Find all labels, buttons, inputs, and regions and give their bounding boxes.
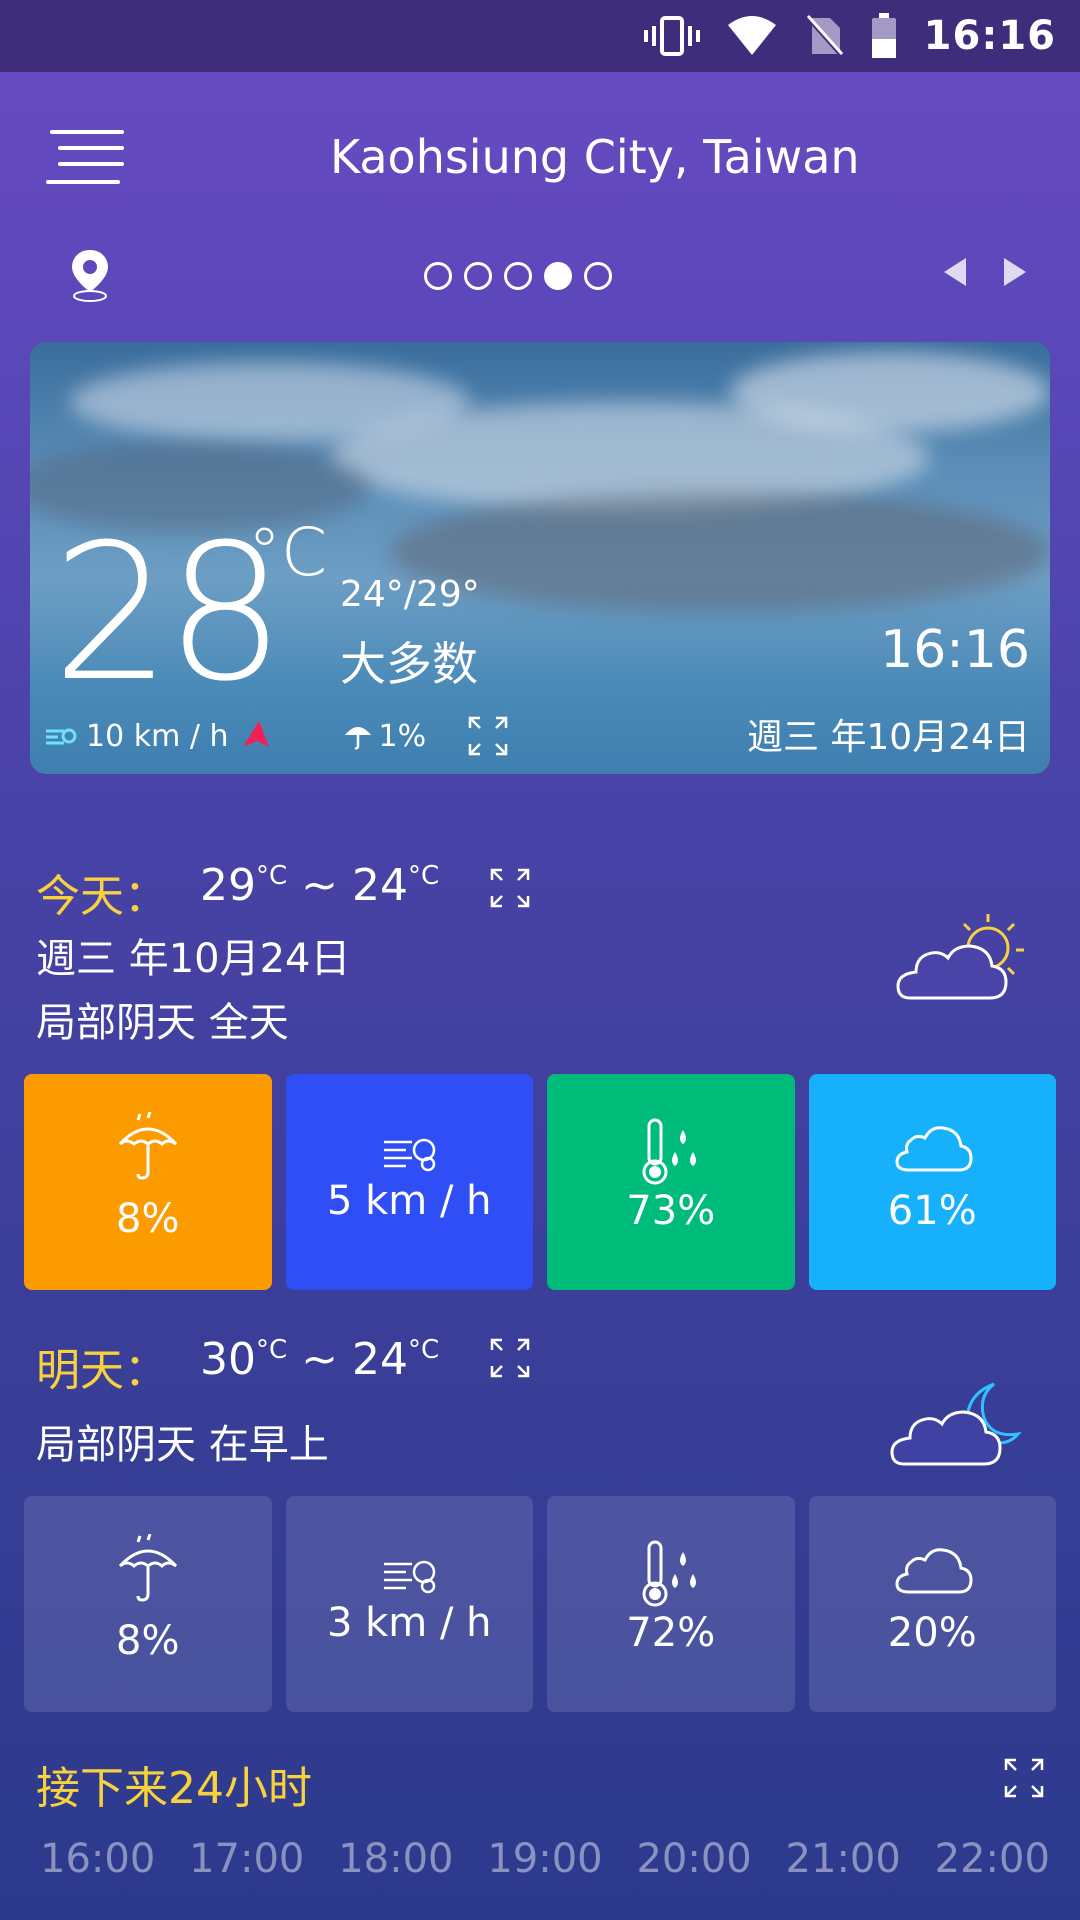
wind-icon <box>383 1138 435 1172</box>
wind-icon <box>383 1560 435 1594</box>
menu-button[interactable] <box>46 130 124 184</box>
expand-icon[interactable] <box>466 714 510 758</box>
tile-value: 72% <box>626 1610 716 1656</box>
next-arrow-icon[interactable] <box>1004 258 1026 286</box>
tile-value: 61% <box>887 1188 977 1234</box>
partly-cloudy-night-icon <box>890 1382 1022 1466</box>
hour-label[interactable]: 17:00 <box>189 1836 304 1882</box>
vibrate-icon <box>643 16 700 56</box>
tile-value: 8% <box>116 1196 180 1242</box>
hour-label[interactable]: 16:00 <box>40 1836 155 1882</box>
page-dot[interactable] <box>584 262 612 290</box>
tile-value: 3 km / h <box>326 1600 492 1646</box>
page-indicator <box>424 262 612 290</box>
current-weather-card: 28 °C 24°/29° 大多数 16:16 週三 年10月24日 10 km… <box>30 342 1050 774</box>
today-temp-range: 29°C ~ 24°C <box>200 860 440 911</box>
status-time: 16:16 <box>923 13 1056 59</box>
current-temperature: 28 <box>52 504 285 723</box>
city-title[interactable]: Kaohsiung City, Taiwan <box>330 130 970 184</box>
today-humidity-tile[interactable]: 73% <box>547 1074 795 1290</box>
tomorrow-description: 局部阴天 在早上 <box>36 1422 329 1468</box>
tomorrow-high: 30 <box>200 1334 256 1385</box>
current-time: 16:16 <box>880 620 1030 680</box>
tomorrow-precip-tile[interactable]: 8% <box>24 1496 272 1712</box>
hour-label[interactable]: 19:00 <box>487 1836 602 1882</box>
battery-icon <box>871 13 896 58</box>
current-details-row: 10 km / h 1% <box>44 714 510 758</box>
umbrella-icon <box>118 1534 178 1602</box>
today-date: 週三 年10月24日 <box>36 936 351 982</box>
tile-value: 73% <box>626 1188 716 1234</box>
page-dot[interactable] <box>464 262 492 290</box>
tile-value: 5 km / h <box>326 1178 492 1224</box>
today-low: 24 <box>352 860 409 911</box>
tomorrow-humidity-tile[interactable]: 72% <box>547 1496 795 1712</box>
status-icons: 16:16 <box>643 0 1056 72</box>
today-high-unit: C <box>269 861 288 891</box>
page-dot-active[interactable] <box>544 262 572 290</box>
tomorrow-high-unit: C <box>269 1335 288 1365</box>
hour-label[interactable]: 21:00 <box>786 1836 901 1882</box>
today-cloud-tile[interactable]: 61% <box>808 1074 1056 1290</box>
tomorrow-cloud-tile[interactable]: 20% <box>808 1496 1056 1712</box>
thermometer-humidity-icon <box>642 1540 696 1607</box>
partly-cloudy-day-icon <box>896 914 1024 1000</box>
cloud-icon <box>894 1548 973 1594</box>
hour-label[interactable]: 18:00 <box>338 1836 453 1882</box>
sky-background <box>390 492 1050 612</box>
status-bar: 16:16 <box>0 0 1080 72</box>
page-dot[interactable] <box>504 262 532 290</box>
hourly-row: 16:00 17:00 18:00 19:00 20:00 21:00 22:0… <box>40 1836 1050 1882</box>
thermometer-humidity-icon <box>642 1118 696 1185</box>
wind-icon <box>46 728 77 745</box>
tile-value: 8% <box>116 1618 180 1664</box>
expand-icon[interactable] <box>488 866 532 910</box>
today-high: 29 <box>200 860 256 911</box>
expand-icon[interactable] <box>1002 1756 1046 1800</box>
hour-label[interactable]: 22:00 <box>935 1836 1050 1882</box>
next-24-hours-title: 接下来24小时 <box>36 1763 312 1814</box>
prev-arrow-icon[interactable] <box>944 258 966 286</box>
current-condition: 大多数 <box>340 637 478 691</box>
tomorrow-label: 明天： <box>36 1345 168 1396</box>
umbrella-icon <box>118 1112 178 1180</box>
wifi-icon <box>727 16 776 55</box>
tomorrow-low-unit: C <box>421 1335 440 1365</box>
no-sim-icon <box>806 14 844 58</box>
precip-chance: 1% <box>378 718 427 754</box>
tomorrow-low: 24 <box>352 1334 409 1385</box>
temperature-range: 24°/29° <box>340 574 480 615</box>
tile-value: 20% <box>887 1610 977 1656</box>
location-pin-icon[interactable] <box>66 248 114 304</box>
wind-speed: 10 km / h <box>86 718 229 754</box>
today-low-unit: C <box>421 861 440 891</box>
today-tilde: ~ <box>301 860 339 911</box>
tomorrow-temp-range: 30°C ~ 24°C <box>200 1334 440 1385</box>
expand-icon[interactable] <box>488 1336 532 1380</box>
hour-label[interactable]: 20:00 <box>636 1836 751 1882</box>
today-tiles: 8% 5 km / h 73% 61% <box>24 1074 1056 1290</box>
today-wind-tile[interactable]: 5 km / h <box>285 1074 533 1290</box>
current-date: 週三 年10月24日 <box>746 717 1030 758</box>
temperature-unit: °C <box>248 514 328 591</box>
page-dot[interactable] <box>424 262 452 290</box>
cloud-icon <box>894 1126 973 1172</box>
tomorrow-tiles: 8% 3 km / h 72% 20% <box>24 1496 1056 1712</box>
tomorrow-tilde: ~ <box>301 1334 339 1385</box>
today-label: 今天： <box>36 871 168 922</box>
wind-direction-icon <box>242 721 269 747</box>
today-description: 局部阴天 全天 <box>36 1000 289 1046</box>
tomorrow-wind-tile[interactable]: 3 km / h <box>285 1496 533 1712</box>
umbrella-icon <box>344 727 371 750</box>
today-precip-tile[interactable]: 8% <box>24 1074 272 1290</box>
sky-background <box>730 352 1050 432</box>
